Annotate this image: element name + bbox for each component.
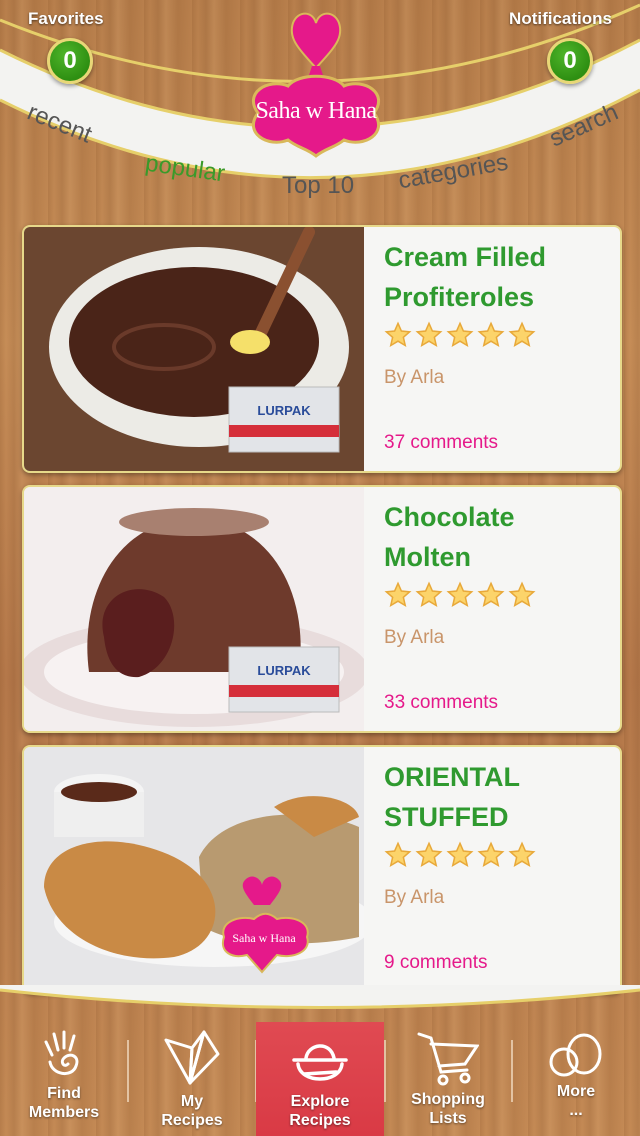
tab-label-line1: My: [180, 1093, 204, 1110]
star-icon: [384, 841, 412, 868]
recipe-info: ORIENTAL STUFFED By Arla: [384, 757, 614, 909]
recipe-title[interactable]: ORIENTAL STUFFED: [384, 757, 614, 837]
recipe-image: Saha w Hana: [24, 747, 364, 991]
comments-link[interactable]: 33 comments: [384, 692, 498, 714]
tab-my-recipes[interactable]: My Recipes: [128, 1022, 256, 1136]
recipe-info: Cream Filled Profiteroles By Arla: [384, 237, 614, 389]
star-icon: [508, 581, 536, 608]
star-icon: [415, 321, 443, 348]
favorites-count-badge[interactable]: 0: [47, 38, 93, 84]
star-icon: [446, 321, 474, 348]
tab-label-line2: Lists: [429, 1110, 467, 1127]
tab-label-line1: Find: [47, 1085, 81, 1102]
recipe-title[interactable]: Chocolate Molten: [384, 497, 614, 577]
svg-text:Saha w Hana: Saha w Hana: [232, 931, 296, 945]
star-icon: [477, 581, 505, 608]
header: Favorites 0 Notifications 0 Saha w Hana …: [0, 0, 640, 215]
tab-label-line2: Recipes: [289, 1112, 351, 1129]
recipe-title-line2: Profiteroles: [384, 282, 535, 312]
notifications-label: Notifications: [509, 9, 612, 28]
tab-label-line1: Explore: [290, 1093, 350, 1110]
star-icon: [384, 581, 412, 608]
star-icon: [384, 321, 412, 348]
comments-link[interactable]: 37 comments: [384, 432, 498, 454]
star-icon: [477, 321, 505, 348]
logo-text: Saha w Hana: [255, 98, 377, 124]
cart-icon: [417, 1032, 479, 1086]
bottom-arc: [0, 985, 640, 1009]
recipe-card[interactable]: LURPAK Cream Filled Profiteroles By Arla…: [22, 225, 622, 473]
recipe-card[interactable]: Saha w Hana ORIENTAL STUFFED By Arla 9 c…: [22, 745, 622, 993]
recipe-title-line2: Molten: [384, 542, 471, 572]
recipe-author: By Arla: [384, 887, 445, 908]
star-icon: [415, 581, 443, 608]
tab-label-line2: ...: [569, 1102, 583, 1119]
star-icon: [446, 581, 474, 608]
tab-label-line2: Recipes: [161, 1112, 223, 1129]
more-icon: [549, 1033, 602, 1077]
tab-label-line1: Shopping: [411, 1091, 485, 1108]
star-icon: [477, 841, 505, 868]
rating-stars: [384, 321, 614, 349]
recipe-title-line1: ORIENTAL: [384, 762, 520, 792]
notifications-count-badge[interactable]: 0: [547, 38, 593, 84]
svg-text:LURPAK: LURPAK: [257, 403, 311, 418]
tab-shopping-lists[interactable]: Shopping Lists: [384, 1022, 512, 1136]
bottom-tab-bar: Find Members My Recipes Explore Recipes: [0, 1022, 640, 1136]
tab-top-10[interactable]: Top 10: [282, 172, 354, 200]
fan-icon: [164, 1030, 220, 1085]
tab-label-line2: Members: [28, 1104, 100, 1121]
heart-logo-icon: [251, 12, 381, 158]
tab-more[interactable]: More ...: [512, 1022, 640, 1136]
recipe-title-line2: STUFFED: [384, 802, 509, 832]
hand-icon: [44, 1030, 79, 1075]
tab-find-members[interactable]: Find Members: [0, 1022, 128, 1136]
rating-stars: [384, 841, 614, 869]
recipe-author: By Arla: [384, 627, 445, 648]
app-logo[interactable]: Saha w Hana: [238, 8, 394, 158]
basket-icon: [292, 1044, 348, 1081]
svg-text:LURPAK: LURPAK: [257, 663, 311, 678]
recipe-image: LURPAK: [24, 227, 364, 471]
star-icon: [508, 321, 536, 348]
tab-label-line1: More: [556, 1083, 596, 1100]
recipe-title-line1: Cream Filled: [384, 242, 547, 272]
tab-explore-recipes[interactable]: Explore Recipes: [256, 1022, 384, 1136]
recipe-card[interactable]: LURPAK Chocolate Molten By Arla 33 comme…: [22, 485, 622, 733]
comments-link[interactable]: 9 comments: [384, 952, 487, 974]
recipe-title[interactable]: Cream Filled Profiteroles: [384, 237, 614, 317]
rating-stars: [384, 581, 614, 609]
star-icon: [508, 841, 536, 868]
recipe-image: LURPAK: [24, 487, 364, 731]
recipe-title-line1: Chocolate: [384, 502, 515, 532]
star-icon: [446, 841, 474, 868]
favorites-label: Favorites: [28, 9, 104, 28]
recipe-author: By Arla: [384, 367, 445, 388]
recipe-info: Chocolate Molten By Arla: [384, 497, 614, 649]
star-icon: [415, 841, 443, 868]
